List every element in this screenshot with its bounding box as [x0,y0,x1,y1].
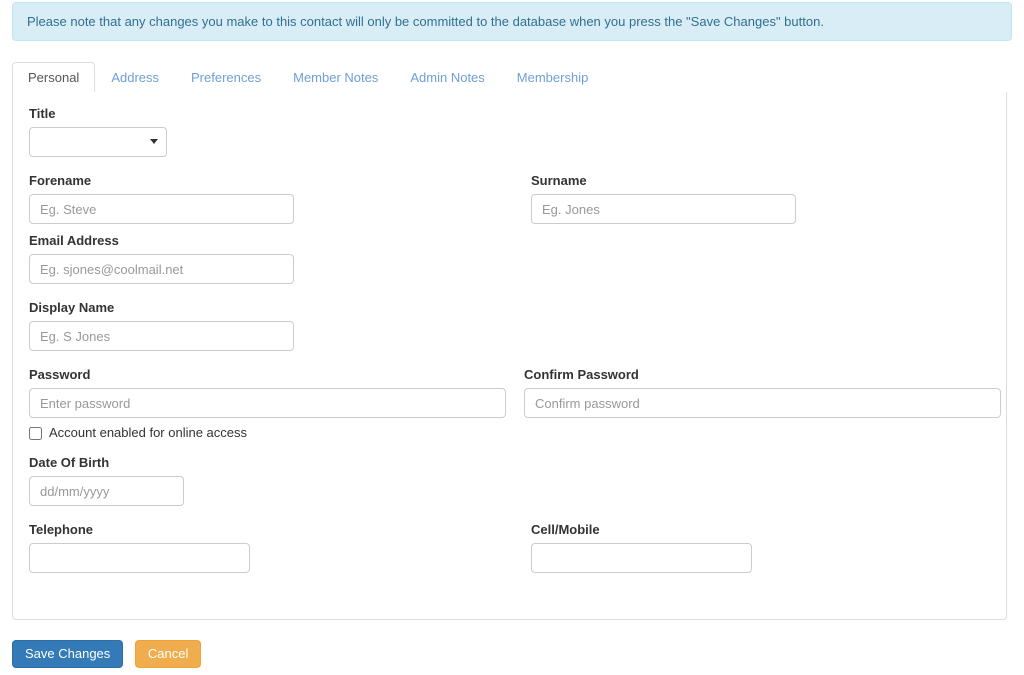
tab-address[interactable]: Address [95,62,175,93]
tab-membership[interactable]: Membership [501,62,605,93]
tab-preferences[interactable]: Preferences [175,62,277,93]
tab-admin-notes-link[interactable]: Admin Notes [394,62,500,93]
field-surname: Surname [531,173,796,224]
cancel-button[interactable]: Cancel [134,640,202,668]
info-alert: Please note that any changes you make to… [12,2,1012,41]
forename-input[interactable] [29,194,294,224]
password-input[interactable] [29,388,506,418]
field-forename: Forename [29,173,294,224]
field-telephone: Telephone [29,522,250,573]
title-label: Title [29,106,56,121]
email-label: Email Address [29,233,119,248]
online-access-checkbox[interactable] [29,427,42,440]
telephone-input[interactable] [29,543,250,573]
tab-member-notes[interactable]: Member Notes [277,62,394,93]
display-name-input[interactable] [29,321,294,351]
online-access-label: Account enabled for online access [49,425,248,440]
tab-admin-notes[interactable]: Admin Notes [394,62,500,93]
tab-personal-link[interactable]: Personal [12,62,96,93]
password-row: Password Confirm Password [29,367,1001,425]
date-of-birth-input[interactable] [29,476,184,506]
personal-form: Title Forename Surname [13,92,1006,573]
personal-tab-panel: Title Forename Surname [12,92,1007,620]
confirm-password-label: Confirm Password [524,367,639,382]
field-display-name: Display Name [29,300,990,351]
date-of-birth-label: Date Of Birth [29,455,110,470]
tab-preferences-link[interactable]: Preferences [175,62,277,93]
phone-row: Telephone Cell/Mobile [29,522,990,573]
tab-personal[interactable]: Personal [12,62,96,93]
surname-input[interactable] [531,194,796,224]
contact-edit-page: Please note that any changes you make to… [0,0,1024,675]
email-input[interactable] [29,254,294,284]
telephone-label: Telephone [29,522,94,537]
forename-label: Forename [29,173,92,188]
field-confirm-password: Confirm Password [524,367,1001,418]
field-password: Password [29,367,506,418]
display-name-label: Display Name [29,300,115,315]
confirm-password-input[interactable] [524,388,1001,418]
cell-mobile-input[interactable] [531,543,752,573]
field-cell-mobile: Cell/Mobile [531,522,752,573]
name-row: Forename Surname [29,173,990,233]
tab-bar: Personal Address Preferences Member Note… [12,62,1007,93]
tab-membership-link[interactable]: Membership [501,62,605,93]
surname-label: Surname [531,173,587,188]
info-alert-text: Please note that any changes you make to… [27,14,824,29]
tab-address-link[interactable]: Address [95,62,175,93]
field-title: Title [29,106,990,157]
title-select[interactable] [29,127,167,157]
cell-mobile-label: Cell/Mobile [531,522,600,537]
field-online-access[interactable]: Account enabled for online access [29,425,990,441]
title-select-wrap [29,127,167,157]
form-actions: Save Changes Cancel [12,640,202,668]
field-email: Email Address [29,233,990,284]
save-changes-button[interactable]: Save Changes [12,640,124,668]
field-date-of-birth: Date Of Birth [29,455,990,506]
tab-member-notes-link[interactable]: Member Notes [277,62,394,93]
password-label: Password [29,367,91,382]
